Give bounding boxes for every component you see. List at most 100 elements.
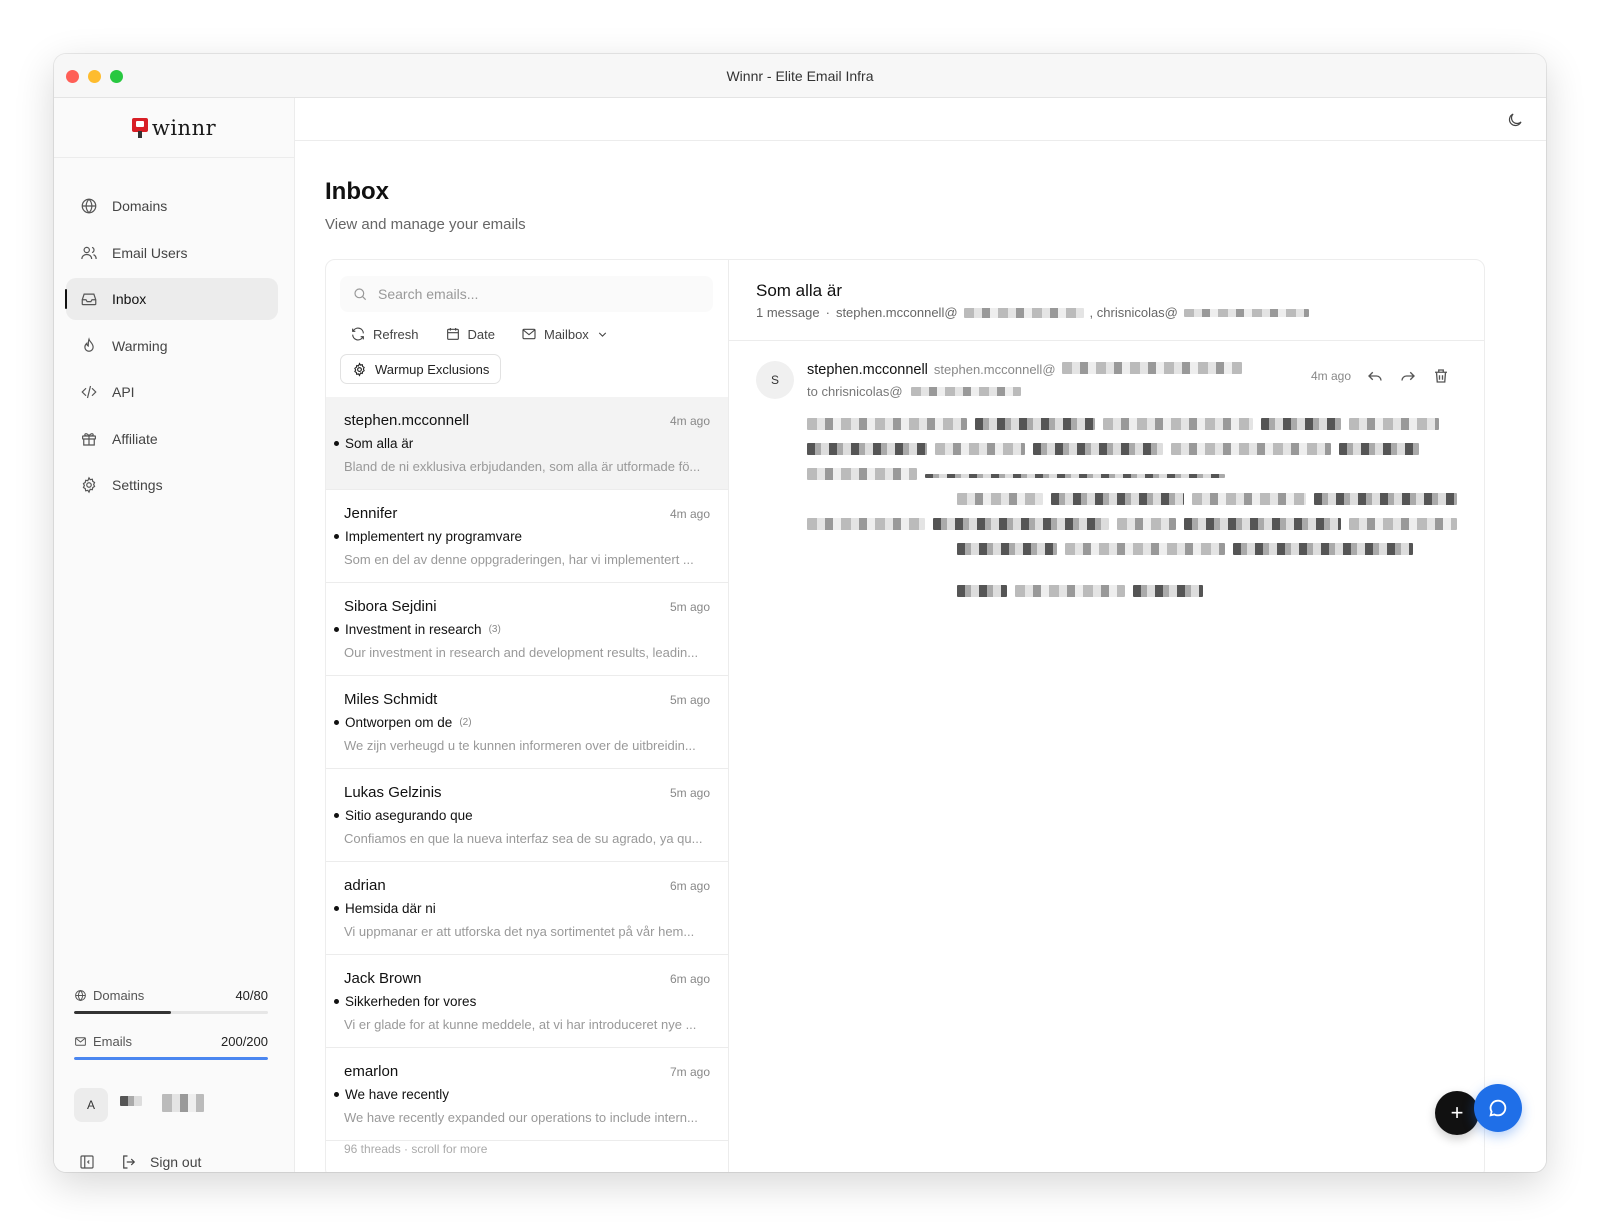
thread-time: 7m ago <box>669 1065 710 1079</box>
thread-preview: Confiamos en que la nueva interfaz sea d… <box>344 831 703 846</box>
thread-sender: Sibora Sejdini <box>344 598 437 615</box>
meta-separator: · <box>825 305 830 320</box>
thread-subject: Implementert ny programvare <box>334 529 529 544</box>
brand-name: winnr <box>151 115 217 140</box>
gear-icon <box>80 476 98 494</box>
thread-preview: Our investment in research and developme… <box>344 645 699 660</box>
emails-usage: Emails 200/200 <box>74 1034 268 1049</box>
main-content: Inbox View and manage your emails Refres… <box>295 98 1546 1172</box>
compose-button[interactable]: + <box>1435 1091 1479 1135</box>
calendar-icon <box>446 328 459 340</box>
unread-dot-icon <box>334 534 339 539</box>
close-window-button[interactable] <box>66 70 79 83</box>
account-card[interactable]: A <box>74 1088 204 1122</box>
winnr-logo-icon <box>131 117 148 138</box>
mail-icon <box>75 1037 86 1046</box>
thread-item[interactable]: Jennifer 4m ago Implementert ny programv… <box>326 490 728 583</box>
avatar: A <box>74 1088 108 1122</box>
delete-button[interactable] <box>1432 367 1450 385</box>
brand-logo[interactable]: winnr <box>54 98 294 158</box>
thread-item[interactable]: stephen.mcconnell 4m ago Som alla är Bla… <box>326 397 728 490</box>
thread-count: (2) <box>459 717 472 728</box>
unread-dot-icon <box>334 627 339 632</box>
thread-subject: Hemsida där ni <box>334 901 443 916</box>
sidebar-item-settings[interactable]: Settings <box>66 464 278 506</box>
thread-sender: Lukas Gelzinis <box>344 784 442 801</box>
search-box[interactable] <box>340 276 713 312</box>
unread-dot-icon <box>334 999 339 1004</box>
warmup-exclusions-button[interactable]: Warmup Exclusions <box>340 354 502 384</box>
zoom-window-button[interactable] <box>110 70 123 83</box>
sidebar-item-affiliate[interactable]: Affiliate <box>66 418 278 460</box>
refresh-label: Refresh <box>373 326 419 342</box>
top-bar <box>295 98 1546 141</box>
sender-name: stephen.mcconnell <box>807 362 928 378</box>
message-actions: 4m ago <box>1311 367 1450 385</box>
thread-sender: Jennifer <box>344 505 398 522</box>
sender-address: stephen.mcconnell@ <box>933 362 1056 377</box>
chat-support-button[interactable] <box>1474 1084 1522 1132</box>
sidebar-item-label: API <box>112 384 135 400</box>
date-label: Date <box>467 326 495 342</box>
reply-button[interactable] <box>1366 367 1384 385</box>
mailbox-dropdown[interactable]: Mailbox <box>521 326 609 342</box>
thread-subject: We have recently <box>334 1087 456 1102</box>
sidebar-nav: Domains Email Users Inbox Warming API Af… <box>65 185 278 511</box>
search-input[interactable] <box>378 286 678 302</box>
thread-item[interactable]: emarlon 7m ago We have recently We have … <box>326 1048 728 1141</box>
participant-2: , chrisnicolas@ <box>1089 305 1178 320</box>
chevron-down-icon <box>598 331 606 337</box>
unread-dot-icon <box>334 813 339 818</box>
domains-usage-value: 40/80 <box>235 988 268 1003</box>
thread-time: 4m ago <box>669 414 710 428</box>
thread-subject-text: Implementert ny programvare <box>345 529 523 544</box>
thread-preview: Bland de ni exklusiva erbjudanden, som a… <box>344 459 701 474</box>
refresh-button[interactable]: Refresh <box>350 326 419 342</box>
thread-subject-text: Ontworpen om de <box>345 715 453 730</box>
avatar: S <box>756 361 794 399</box>
sidebar-item-warming[interactable]: Warming <box>66 325 278 367</box>
thread-item[interactable]: adrian 6m ago Hemsida där ni Vi uppmanar… <box>326 862 728 955</box>
thread-sender: adrian <box>344 877 386 894</box>
thread-time: 6m ago <box>669 879 710 893</box>
forward-button[interactable] <box>1399 367 1417 385</box>
thread-item[interactable]: Miles Schmidt 5m ago Ontworpen om de (2) … <box>326 676 728 769</box>
unread-dot-icon <box>334 1092 339 1097</box>
thread-list-column: Refresh Date Mailbox Warmup Exclusions <box>326 260 729 1172</box>
sidebar-item-api[interactable]: API <box>66 371 278 413</box>
thread-subject: Sitio asegurando que <box>334 808 480 823</box>
unread-dot-icon <box>334 720 339 725</box>
theme-toggle-moon-icon[interactable] <box>1506 111 1524 129</box>
redacted-domain <box>910 387 1021 396</box>
date-filter-button[interactable]: Date <box>445 326 495 342</box>
thread-item[interactable]: Jack Brown 6m ago Sikkerheden for vores … <box>326 955 728 1048</box>
sidebar-item-inbox[interactable]: Inbox <box>65 278 278 320</box>
thread-time: 4m ago <box>669 507 710 521</box>
thread-preview: We zijn verheugd u te kunnen informeren … <box>344 738 696 753</box>
gear-icon <box>354 361 365 377</box>
code-icon <box>80 383 98 401</box>
message-sender: stephen.mcconnell stephen.mcconnell@ <box>807 362 1242 378</box>
page-subtitle: View and manage your emails <box>325 216 526 233</box>
usage-meters: Domains 40/80 Emails 200/200 <box>74 988 268 1080</box>
sign-out-button[interactable]: Sign out <box>120 1153 201 1171</box>
app-window: Winnr - Elite Email Infra winnr Domains … <box>54 54 1546 1172</box>
thread-sender: Jack Brown <box>344 970 422 987</box>
unread-dot-icon <box>334 906 339 911</box>
window-title: Winnr - Elite Email Infra <box>726 67 874 84</box>
thread-item[interactable]: Sibora Sejdini 5m ago Investment in rese… <box>326 583 728 676</box>
minimize-window-button[interactable] <box>88 70 101 83</box>
redacted-domain <box>1061 362 1242 374</box>
sidebar-footer: Sign out <box>78 1153 201 1171</box>
warmup-exclusions-label: Warmup Exclusions <box>375 361 490 377</box>
sidebar-item-email-users[interactable]: Email Users <box>66 232 278 274</box>
sidebar-item-domains[interactable]: Domains <box>66 185 278 227</box>
refresh-icon <box>352 327 364 341</box>
detail-subject: Som alla är <box>756 281 842 300</box>
sidebar-item-label: Settings <box>112 477 163 493</box>
mailbox-label: Mailbox <box>544 326 589 342</box>
collapse-sidebar-icon[interactable] <box>78 1153 96 1171</box>
thread-subject-text: Som alla är <box>345 436 414 451</box>
thread-item[interactable]: Lukas Gelzinis 5m ago Sitio asegurando q… <box>326 769 728 862</box>
globe-icon <box>75 989 86 1002</box>
